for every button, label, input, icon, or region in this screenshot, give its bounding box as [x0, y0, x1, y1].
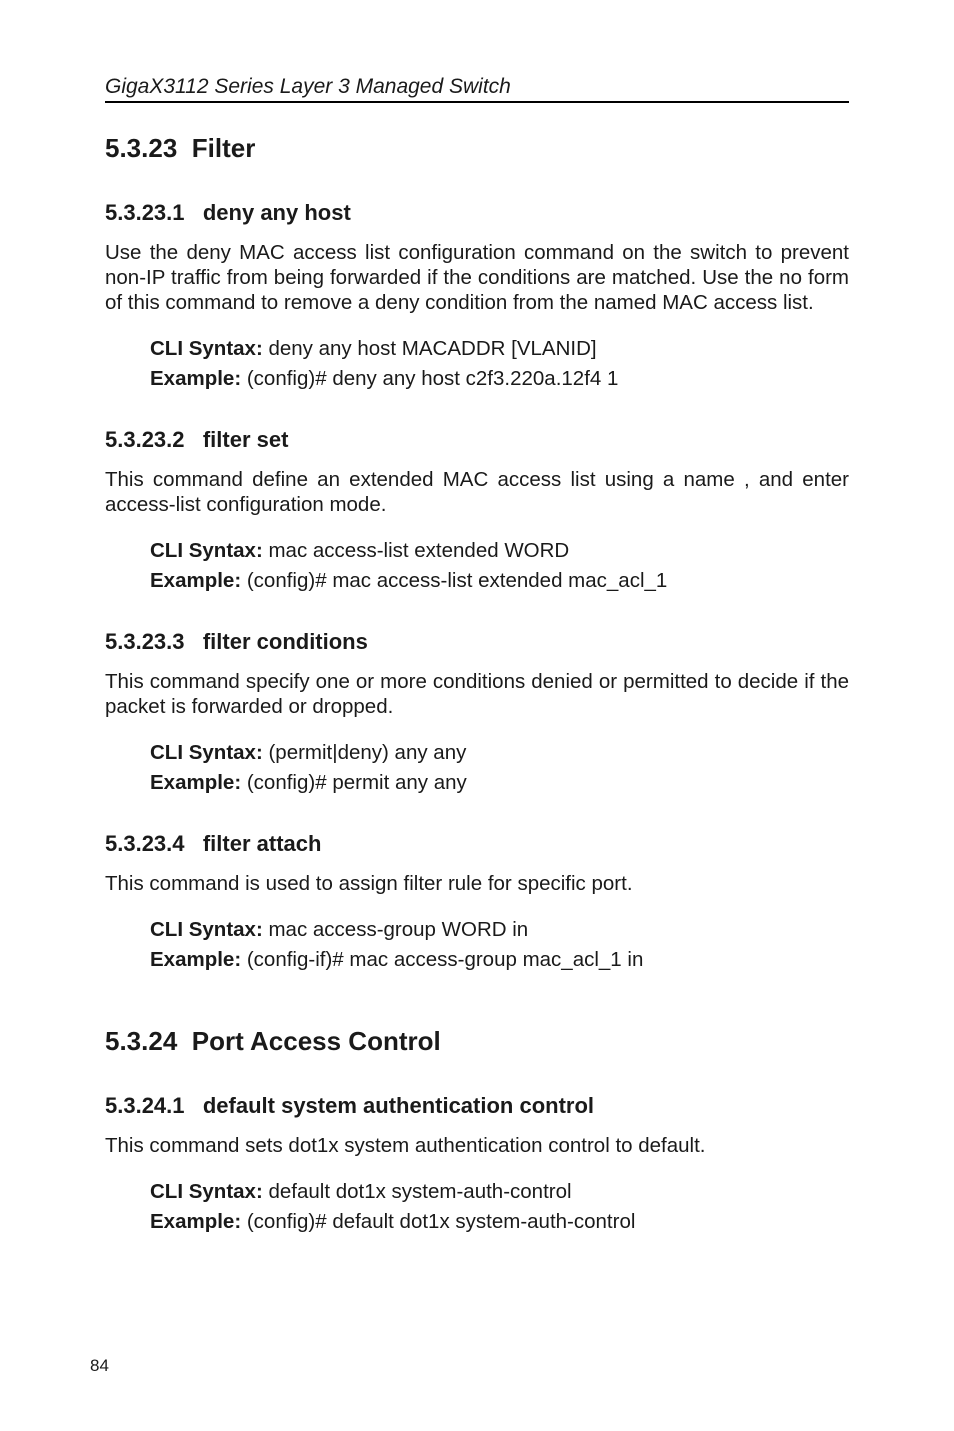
body-text: This command is used to assign filter ru… [105, 871, 849, 896]
cli-syntax-line: CLI Syntax: default dot1x system-auth-co… [150, 1180, 849, 1204]
running-header: GigaX3112 Series Layer 3 Managed Switch [105, 75, 849, 103]
cli-syntax-line: CLI Syntax: mac access-group WORD in [150, 918, 849, 942]
example-label: Example: [150, 948, 247, 971]
cli-syntax-label: CLI Syntax: [150, 337, 268, 360]
cli-syntax-label: CLI Syntax: [150, 918, 268, 941]
cli-syntax-label: CLI Syntax: [150, 741, 268, 764]
heading-port-access-control: 5.3.24 Port Access Control [105, 1026, 849, 1057]
example-line: Example: (config-if)# mac access-group m… [150, 948, 849, 972]
page-container: GigaX3112 Series Layer 3 Managed Switch … [0, 0, 954, 1431]
cli-syntax-value: deny any host MACADDR [VLANID] [268, 337, 596, 360]
cli-syntax-line: CLI Syntax: mac access-list extended WOR… [150, 539, 849, 563]
body-text: This command sets dot1x system authentic… [105, 1133, 849, 1158]
example-label: Example: [150, 569, 247, 592]
cli-syntax-value: mac access-list extended WORD [268, 539, 569, 562]
example-label: Example: [150, 367, 247, 390]
cli-syntax-value: (permit|deny) any any [268, 741, 466, 764]
heading-title: Filter [192, 133, 256, 163]
heading-filter: 5.3.23 Filter [105, 133, 849, 164]
cli-block: CLI Syntax: mac access-list extended WOR… [150, 533, 849, 599]
cli-block: CLI Syntax: default dot1x system-auth-co… [150, 1174, 849, 1240]
example-value: (config-if)# mac access-group mac_acl_1 … [247, 948, 644, 971]
example-value: (config)# deny any host c2f3.220a.12f4 1 [247, 367, 619, 390]
cli-syntax-label: CLI Syntax: [150, 539, 268, 562]
heading-filter-conditions: 5.3.23.3 filter conditions [105, 629, 849, 655]
example-value: (config)# default dot1x system-auth-cont… [247, 1210, 636, 1233]
example-line: Example: (config)# permit any any [150, 771, 849, 795]
heading-title: filter attach [203, 831, 322, 856]
cli-block: CLI Syntax: mac access-group WORD in Exa… [150, 912, 849, 978]
cli-block: CLI Syntax: deny any host MACADDR [VLANI… [150, 331, 849, 397]
example-label: Example: [150, 771, 247, 794]
heading-filter-set: 5.3.23.2 filter set [105, 427, 849, 453]
heading-number: 5.3.23.2 [105, 427, 185, 452]
example-line: Example: (config)# default dot1x system-… [150, 1210, 849, 1234]
page-number: 84 [90, 1356, 109, 1376]
heading-title: deny any host [203, 200, 351, 225]
cli-syntax-line: CLI Syntax: deny any host MACADDR [VLANI… [150, 337, 849, 361]
cli-syntax-value: default dot1x system-auth-control [268, 1180, 571, 1203]
heading-default-system-auth: 5.3.24.1 default system authentication c… [105, 1093, 849, 1119]
cli-syntax-label: CLI Syntax: [150, 1180, 268, 1203]
heading-title: filter set [203, 427, 289, 452]
heading-title: default system authentication control [203, 1093, 594, 1118]
example-value: (config)# permit any any [247, 771, 467, 794]
example-line: Example: (config)# deny any host c2f3.22… [150, 367, 849, 391]
example-value: (config)# mac access-list extended mac_a… [247, 569, 667, 592]
cli-syntax-line: CLI Syntax: (permit|deny) any any [150, 741, 849, 765]
example-label: Example: [150, 1210, 247, 1233]
cli-block: CLI Syntax: (permit|deny) any any Exampl… [150, 735, 849, 801]
heading-number: 5.3.24.1 [105, 1093, 185, 1118]
body-text: This command define an extended MAC acce… [105, 467, 849, 517]
heading-number: 5.3.23.3 [105, 629, 185, 654]
heading-title: filter conditions [203, 629, 368, 654]
heading-title: Port Access Control [192, 1026, 441, 1056]
heading-number: 5.3.23.4 [105, 831, 185, 856]
heading-number: 5.3.23 [105, 133, 177, 163]
example-line: Example: (config)# mac access-list exten… [150, 569, 849, 593]
heading-deny-any-host: 5.3.23.1 deny any host [105, 200, 849, 226]
heading-filter-attach: 5.3.23.4 filter attach [105, 831, 849, 857]
heading-number: 5.3.24 [105, 1026, 177, 1056]
body-text: Use the deny MAC access list configurati… [105, 240, 849, 315]
heading-number: 5.3.23.1 [105, 200, 185, 225]
cli-syntax-value: mac access-group WORD in [268, 918, 528, 941]
body-text: This command specify one or more conditi… [105, 669, 849, 719]
